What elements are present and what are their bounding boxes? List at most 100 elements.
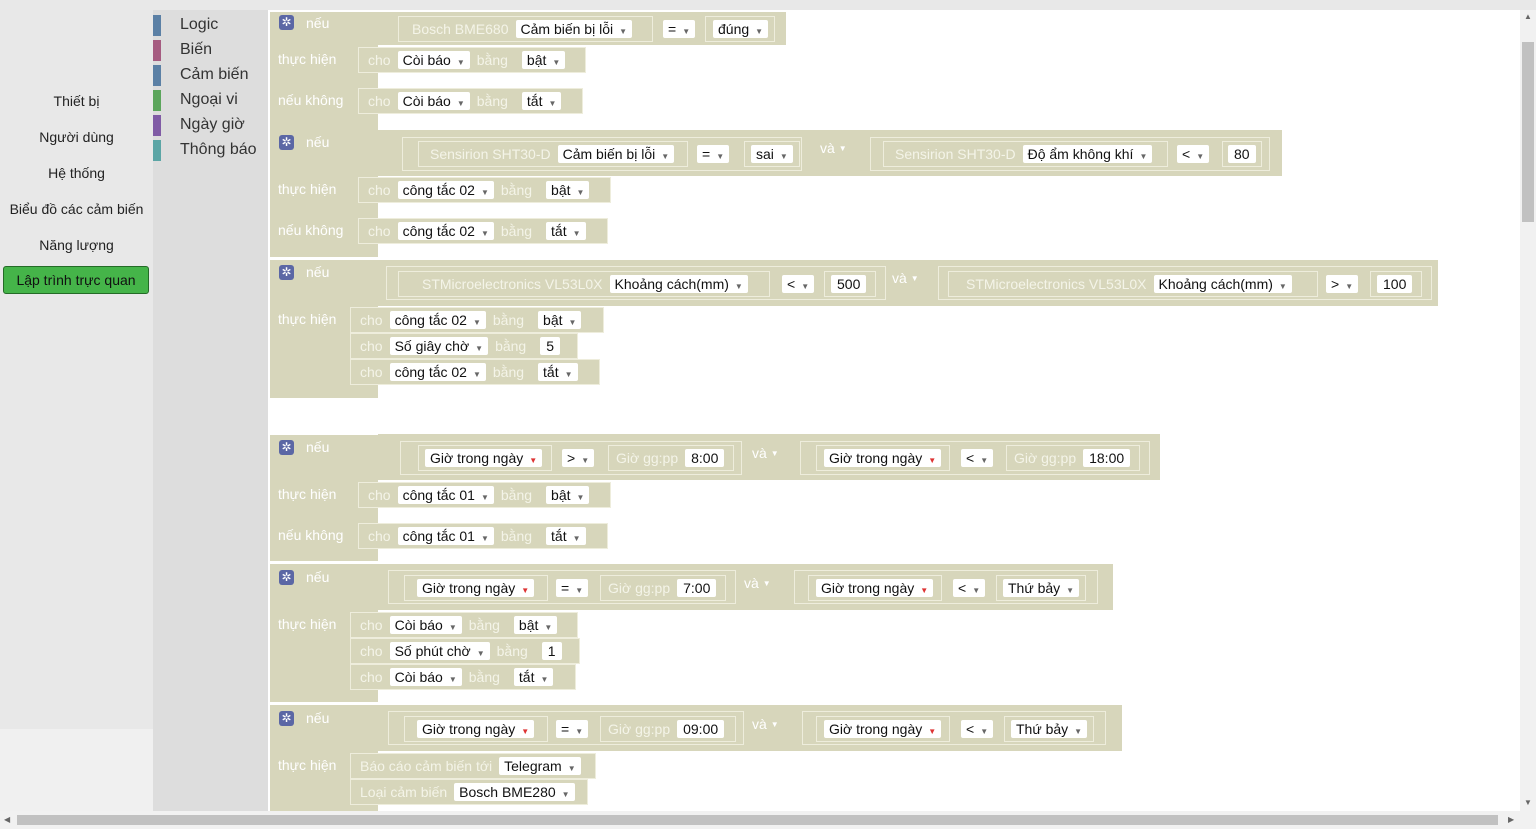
number-value[interactable]: 500 xyxy=(831,275,867,293)
and-dropdown[interactable]: và xyxy=(752,716,767,732)
operator-dropdown[interactable]: = ▼ xyxy=(697,145,730,163)
gear-icon[interactable]: ✲ xyxy=(279,440,294,455)
device-dropdown[interactable]: công tắc 02 ▼ xyxy=(389,311,486,329)
operator-dropdown[interactable]: = ▼ xyxy=(556,579,589,597)
time-value[interactable]: 09:00 xyxy=(677,720,725,738)
property-dropdown[interactable]: Khoảng cách(mm) ▼ xyxy=(1153,275,1292,293)
device-dropdown[interactable]: công tắc 02 ▼ xyxy=(397,222,494,240)
operator-dropdown[interactable]: > ▼ xyxy=(1326,275,1359,293)
time-of-day-dropdown[interactable]: Giờ trong ngày ▼ xyxy=(417,579,535,597)
gear-icon[interactable]: ✲ xyxy=(279,570,294,585)
toolbox-category-datetime[interactable]: Ngày giờ xyxy=(153,115,268,136)
number-value[interactable]: 80 xyxy=(1228,145,1256,163)
device-dropdown[interactable]: công tắc 02 ▼ xyxy=(397,181,494,199)
operator-dropdown[interactable]: < ▼ xyxy=(953,579,986,597)
number-value[interactable]: 1 xyxy=(541,642,562,660)
and-dropdown[interactable]: và xyxy=(752,445,767,461)
state-dropdown[interactable]: bật ▼ xyxy=(538,311,582,329)
set-device-row: cho công tắc 02 ▼ bằng bật ▼ xyxy=(364,178,592,202)
time-of-day-dropdown[interactable]: Giờ trong ngày ▼ xyxy=(425,449,543,467)
nav-item-energy[interactable]: Năng lượng xyxy=(0,237,153,253)
and-dropdown[interactable]: và xyxy=(820,140,835,156)
toolbox-category-logic[interactable]: Logic xyxy=(153,15,268,36)
time-row: Giờ gg:pp 7:00 xyxy=(604,576,719,600)
boolean-dropdown[interactable]: đúng ▼ xyxy=(713,20,769,38)
toolbox-category-peripherals[interactable]: Ngoại vi xyxy=(153,90,268,111)
operator-dropdown[interactable]: = ▼ xyxy=(556,720,589,738)
vertical-scrollbar[interactable]: ▲ ▼ xyxy=(1520,10,1536,811)
property-dropdown[interactable]: Cảm biến bị lỗi ▼ xyxy=(515,20,633,38)
scroll-left-icon[interactable]: ◀ xyxy=(4,815,10,824)
time-value[interactable]: 8:00 xyxy=(685,449,725,467)
operator-value: < xyxy=(1182,146,1191,162)
scroll-up-icon[interactable]: ▲ xyxy=(1524,12,1532,21)
device-dropdown[interactable]: Còi báo ▼ xyxy=(397,51,470,69)
to-keyword: bằng xyxy=(468,669,500,685)
state-dropdown[interactable]: bật ▼ xyxy=(521,51,566,69)
state-dropdown[interactable]: bật ▼ xyxy=(513,616,558,634)
time-of-day-dropdown[interactable]: Giờ trong ngày ▼ xyxy=(824,449,942,467)
property-dropdown[interactable]: Độ ẩm không khí ▼ xyxy=(1022,145,1153,163)
state-dropdown[interactable]: tắt ▼ xyxy=(546,222,586,240)
sensor-type-row: Loại cảm biến Bosch BME280 ▼ xyxy=(356,780,578,804)
time-of-day-dropdown[interactable]: Giờ trong ngày ▼ xyxy=(824,720,942,738)
blockly-workspace[interactable]: ✲ nếu thực hiện nếu không Bosch BME680 C… xyxy=(268,10,1520,811)
state-dropdown[interactable]: tắt ▼ xyxy=(513,668,554,686)
weekday-dropdown[interactable]: Thứ bảy ▼ xyxy=(1003,579,1080,597)
gear-icon[interactable]: ✲ xyxy=(279,265,294,280)
operator-dropdown[interactable]: < ▼ xyxy=(1177,145,1210,163)
gear-icon[interactable]: ✲ xyxy=(279,135,294,150)
device-dropdown[interactable]: công tắc 01 ▼ xyxy=(397,486,494,504)
scroll-right-icon[interactable]: ▶ xyxy=(1508,815,1514,824)
state-dropdown[interactable]: tắt ▼ xyxy=(538,363,578,381)
boolean-dropdown[interactable]: sai ▼ xyxy=(751,145,793,163)
report-target-dropdown[interactable]: Telegram ▼ xyxy=(499,757,581,775)
gear-icon[interactable]: ✲ xyxy=(279,15,294,30)
device-dropdown[interactable]: Còi báo ▼ xyxy=(389,616,462,634)
operator-dropdown[interactable]: < ▼ xyxy=(782,275,815,293)
chevron-down-icon: ▼ xyxy=(801,282,810,291)
device-dropdown[interactable]: công tắc 01 ▼ xyxy=(397,527,494,545)
weekday-dropdown[interactable]: Thứ bảy ▼ xyxy=(1011,720,1088,738)
scrollbar-thumb[interactable] xyxy=(17,815,1498,825)
operator-dropdown[interactable]: = ▼ xyxy=(663,20,696,38)
time-of-day-row: Giờ trong ngày ▼ xyxy=(414,717,537,741)
variable-dropdown[interactable]: Số giây chờ ▼ xyxy=(389,337,489,355)
time-of-day-dropdown[interactable]: Giờ trong ngày ▼ xyxy=(417,720,535,738)
nav-item-devices[interactable]: Thiết bị xyxy=(0,93,153,109)
toolbox-category-notifications[interactable]: Thông báo xyxy=(153,140,268,161)
nav-item-system[interactable]: Hệ thống xyxy=(0,165,153,181)
scroll-down-icon[interactable]: ▼ xyxy=(1524,798,1532,807)
operator-dropdown[interactable]: < ▼ xyxy=(961,720,994,738)
state-dropdown[interactable]: tắt ▼ xyxy=(546,527,586,545)
number-value[interactable]: 100 xyxy=(1377,275,1413,293)
device-dropdown[interactable]: Còi báo ▼ xyxy=(389,668,462,686)
state-dropdown[interactable]: tắt ▼ xyxy=(521,92,562,110)
state-dropdown[interactable]: bật ▼ xyxy=(546,486,590,504)
toolbox-category-sensors[interactable]: Cảm biến xyxy=(153,65,268,86)
nav-item-visual-programming[interactable]: Lập trình trực quan xyxy=(3,266,149,294)
sensor-type-value: Bosch BME280 xyxy=(459,784,556,800)
and-dropdown[interactable]: và xyxy=(744,575,759,591)
variable-dropdown[interactable]: Số phút chờ ▼ xyxy=(389,642,490,660)
horizontal-scrollbar[interactable]: ◀ ▶ xyxy=(0,811,1536,829)
property-dropdown[interactable]: Cảm biến bị lỗi ▼ xyxy=(557,145,675,163)
time-value[interactable]: 18:00 xyxy=(1083,449,1131,467)
toolbox-category-variables[interactable]: Biến xyxy=(153,40,268,61)
operator-dropdown[interactable]: < ▼ xyxy=(961,449,994,467)
state-dropdown[interactable]: bật ▼ xyxy=(546,181,590,199)
number-value[interactable]: 5 xyxy=(540,337,561,355)
scrollbar-thumb[interactable] xyxy=(1522,42,1534,222)
nav-item-users[interactable]: Người dùng xyxy=(0,129,153,145)
and-dropdown[interactable]: và xyxy=(892,270,907,286)
device-dropdown[interactable]: công tắc 02 ▼ xyxy=(389,363,486,381)
sensor-type-dropdown[interactable]: Bosch BME280 ▼ xyxy=(454,783,575,801)
device-dropdown[interactable]: Còi báo ▼ xyxy=(397,92,470,110)
time-value[interactable]: 7:00 xyxy=(677,579,717,597)
nav-item-sensor-charts[interactable]: Biểu đồ các cảm biến xyxy=(0,201,153,217)
property-dropdown[interactable]: Khoảng cách(mm) ▼ xyxy=(609,275,748,293)
set-variable-row: cho Số giây chờ ▼ bằng 5 xyxy=(356,334,563,358)
gear-icon[interactable]: ✲ xyxy=(279,711,294,726)
operator-dropdown[interactable]: > ▼ xyxy=(562,449,595,467)
time-of-day-dropdown[interactable]: Giờ trong ngày ▼ xyxy=(816,579,934,597)
